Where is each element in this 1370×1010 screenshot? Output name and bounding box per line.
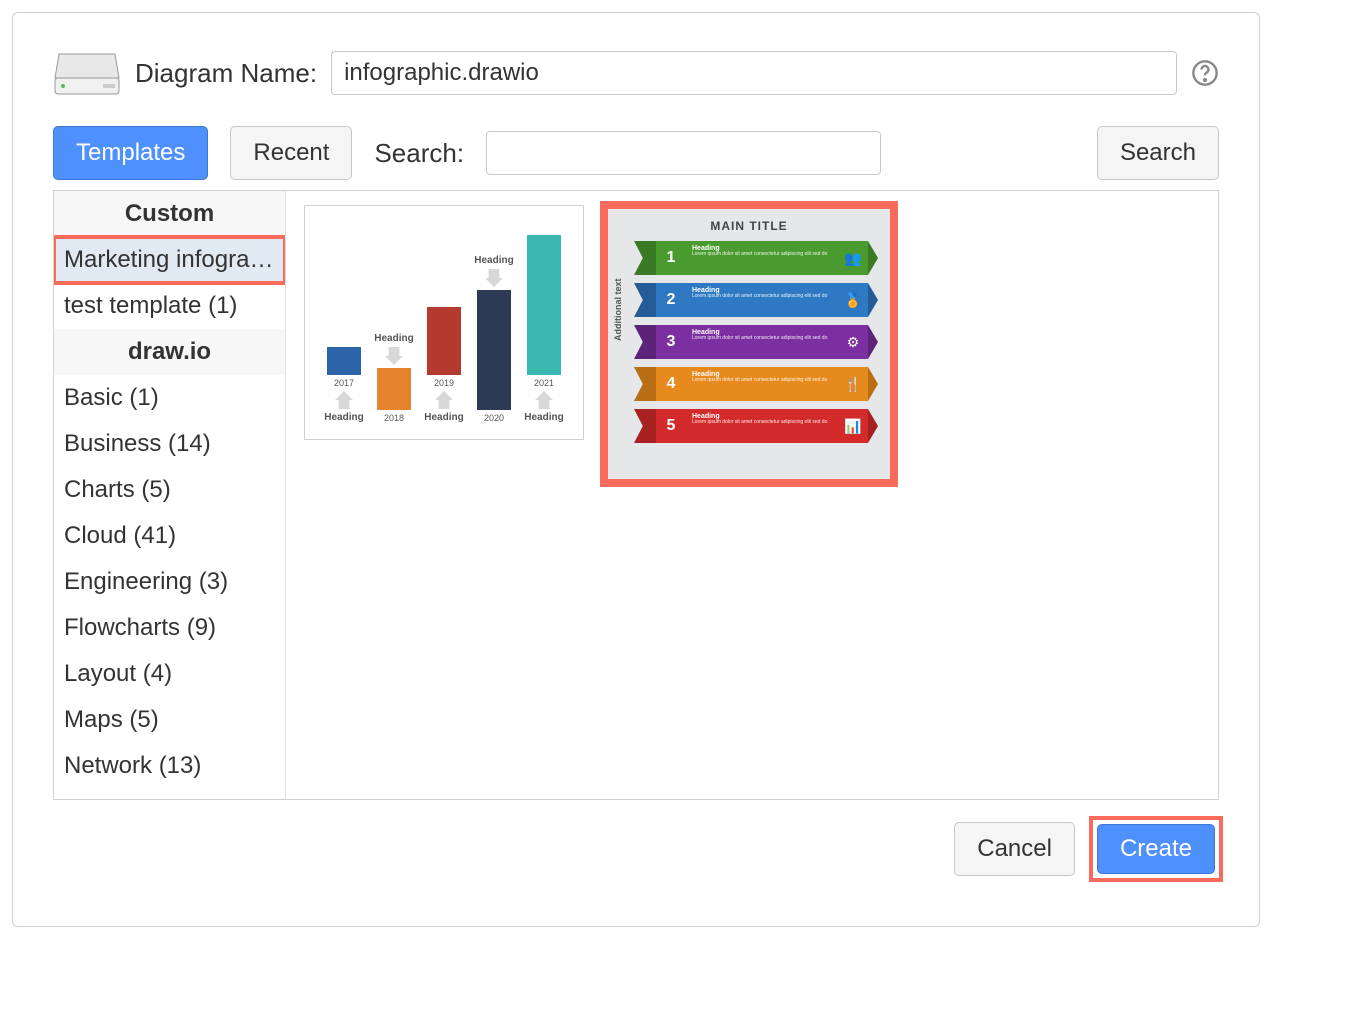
search-input[interactable] xyxy=(486,131,881,175)
search-label: Search: xyxy=(374,138,464,169)
category-marketing-info[interactable]: Marketing infographics xyxy=(54,237,285,283)
diagram-name-input[interactable] xyxy=(331,51,1177,95)
category-business[interactable]: Business (14) xyxy=(54,421,285,467)
create-button[interactable]: Create xyxy=(1097,824,1215,874)
diagram-name-label: Diagram Name: xyxy=(135,58,317,89)
template-thumbnail-banners[interactable]: MAIN TITLE Additional text 1HeadingLorem… xyxy=(604,205,894,483)
tabs-row: Templates Recent Search: Search xyxy=(53,126,1219,180)
banners-main-title: MAIN TITLE xyxy=(620,219,878,233)
header-row: Diagram Name: xyxy=(53,48,1219,98)
new-diagram-dialog: Diagram Name: Templates Recent Search: S… xyxy=(12,12,1260,927)
drive-icon xyxy=(53,48,121,98)
banners-side-text: Additional text xyxy=(613,279,623,342)
template-preview-area: 2017HeadingHeading20182019HeadingHeading… xyxy=(286,191,1218,799)
category-basic[interactable]: Basic (1) xyxy=(54,375,285,421)
create-button-highlight: Create xyxy=(1093,820,1219,878)
template-thumbnail-chart[interactable]: 2017HeadingHeading20182019HeadingHeading… xyxy=(304,205,584,440)
main-panel: Custom Marketing infographics test templ… xyxy=(53,190,1219,800)
category-test-template[interactable]: test template (1) xyxy=(54,283,285,329)
category-network[interactable]: Network (13) xyxy=(54,743,285,789)
search-button[interactable]: Search xyxy=(1097,126,1219,180)
tab-templates[interactable]: Templates xyxy=(53,126,208,180)
category-flowcharts[interactable]: Flowcharts (9) xyxy=(54,605,285,651)
category-cloud[interactable]: Cloud (41) xyxy=(54,513,285,559)
help-icon[interactable] xyxy=(1191,59,1219,87)
category-header-custom: Custom xyxy=(54,191,285,237)
tab-recent[interactable]: Recent xyxy=(230,126,352,180)
category-header-drawio: draw.io xyxy=(54,329,285,375)
cancel-button[interactable]: Cancel xyxy=(954,822,1075,876)
category-charts[interactable]: Charts (5) xyxy=(54,467,285,513)
template-category-sidebar[interactable]: Custom Marketing infographics test templ… xyxy=(54,191,286,799)
category-layout[interactable]: Layout (4) xyxy=(54,651,285,697)
category-engineering[interactable]: Engineering (3) xyxy=(54,559,285,605)
category-maps[interactable]: Maps (5) xyxy=(54,697,285,743)
footer-row: Cancel Create xyxy=(53,820,1219,878)
